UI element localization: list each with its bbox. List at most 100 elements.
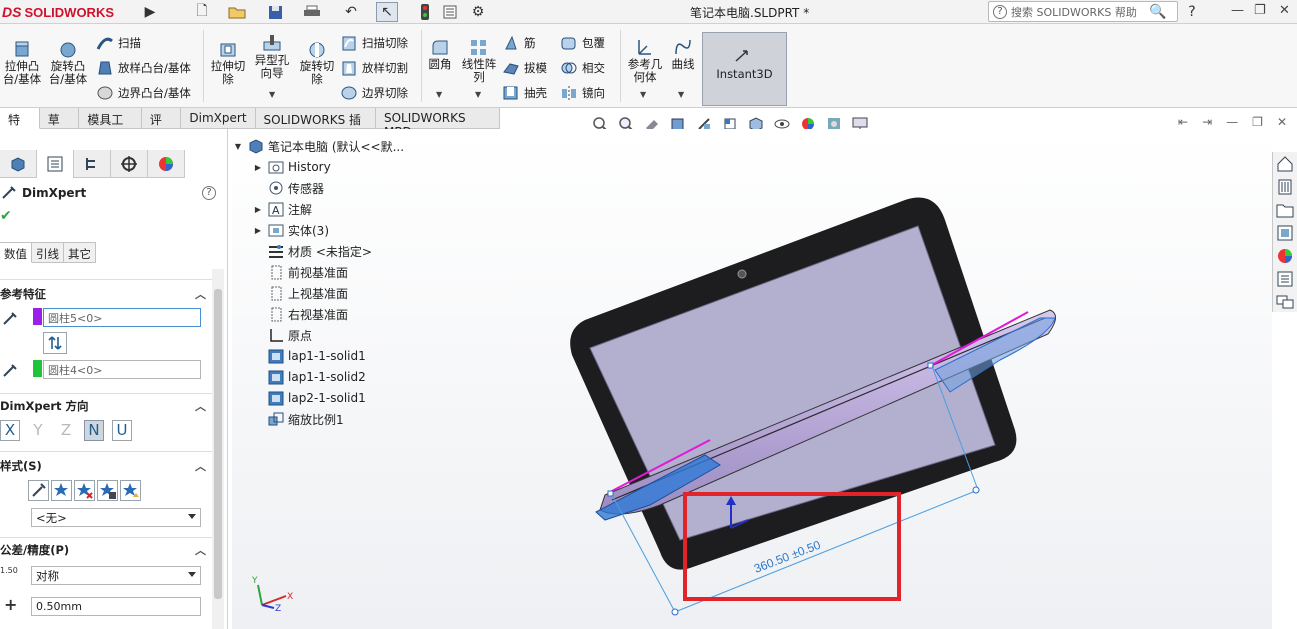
pane-left-icon[interactable]: ⇤ (1178, 115, 1188, 129)
tab-value[interactable]: 数值 (0, 242, 32, 263)
tree-item-right-plane[interactable]: 右视基准面 (252, 304, 348, 324)
curves-dropdown-icon[interactable]: ▼ (678, 90, 684, 99)
pane-right-icon[interactable]: ⇥ (1202, 115, 1212, 129)
menu-expand-icon[interactable]: ▶ (143, 2, 157, 22)
tolerance-type-dropdown[interactable]: 对称 (31, 566, 201, 585)
tab-leaders[interactable]: 引线 (32, 242, 64, 263)
extrude-boss-button[interactable]: 拉伸凸 台/基体 (2, 40, 42, 86)
select-pointer-icon[interactable]: ↖ (376, 2, 398, 22)
reference-geometry-dropdown-icon[interactable]: ▼ (640, 90, 646, 99)
revolve-cut-button[interactable]: 旋转切 除 (296, 40, 338, 86)
save-icon[interactable] (264, 2, 286, 22)
tab-solidworks-addins[interactable]: SOLIDWORKS 插件 (255, 108, 376, 144)
swap-references-button[interactable] (43, 332, 67, 354)
direction-x-button[interactable]: X (0, 420, 20, 441)
property-manager-tab-icon[interactable] (37, 150, 74, 178)
rib-button[interactable]: 筋 (502, 35, 536, 51)
tree-item-lap2-solid1[interactable]: lap2-1-solid1 (252, 388, 366, 408)
expand-arrow-icon[interactable]: ▶ (252, 205, 264, 214)
tree-item-origin[interactable]: 原点 (252, 325, 312, 345)
instant3d-button[interactable]: Instant3D (702, 32, 787, 106)
help-menu-icon[interactable]: ? (1185, 2, 1199, 22)
expand-arrow-icon[interactable]: ▶ (252, 226, 264, 235)
tree-item-lap1-solid2[interactable]: lap1-1-solid2 (252, 367, 366, 387)
collapse-chevron-icon[interactable]: ︿ (195, 398, 206, 414)
graphics-area[interactable]: 360.50 ±0.50 Y X Z (232, 129, 1272, 629)
loft-boss-button[interactable]: 放样凸台/基体 (96, 60, 191, 76)
minimize-window-icon[interactable]: — (1231, 3, 1244, 18)
viewport-restore-icon[interactable]: ❐ (1252, 115, 1263, 129)
expand-arrow-icon[interactable]: ▶ (252, 163, 264, 172)
dimxpert-manager-tab-icon[interactable] (111, 150, 148, 178)
style-header[interactable]: 样式(S) ︿ (0, 457, 210, 475)
direction-z-button[interactable]: Z (56, 420, 76, 441)
wrap-button[interactable]: 包覆 (560, 35, 605, 51)
add-style-icon[interactable] (51, 480, 72, 501)
delete-style-icon[interactable] (74, 480, 95, 501)
solidworks-logo[interactable]: DS SOLIDWORKS (2, 3, 114, 21)
custom-properties-icon[interactable] (1274, 268, 1296, 290)
tab-dimxpert[interactable]: DimXpert (181, 108, 256, 129)
design-library-icon[interactable] (1274, 176, 1296, 198)
direction-u-button[interactable]: U (112, 420, 132, 441)
forum-icon[interactable] (1274, 291, 1296, 313)
draft-button[interactable]: 拔模 (502, 60, 547, 76)
collapse-arrow-icon[interactable]: ▼ (232, 142, 244, 151)
save-style-icon[interactable] (97, 480, 118, 501)
collapse-chevron-icon[interactable]: ︿ (195, 286, 206, 302)
linear-pattern-button[interactable]: 线性阵 列 (458, 38, 500, 84)
tab-mold-tools[interactable]: 模具工具 (79, 108, 142, 144)
fillet-dropdown-icon[interactable]: ▼ (436, 90, 442, 99)
ok-check-icon[interactable]: ✔ (0, 208, 12, 224)
lofted-cut-button[interactable]: 放样切割 (340, 60, 408, 76)
dimension-endpoint[interactable] (671, 608, 679, 616)
dimxpert-direction-header[interactable]: DimXpert 方向 ︿ (0, 397, 210, 415)
fillet-button[interactable]: 圆角 (425, 38, 455, 71)
reference-1-selection-box[interactable]: 圆柱5<0> (43, 308, 201, 327)
sweep-button[interactable]: 扫描 (96, 35, 141, 51)
dimension-endpoint[interactable] (972, 486, 980, 494)
reference-geometry-button[interactable]: 参考几 何体 (624, 38, 666, 84)
load-style-icon[interactable] (120, 480, 141, 501)
tab-solidworks-mbd[interactable]: SOLIDWORKS MBD (375, 108, 500, 139)
tab-features[interactable]: 特征 (0, 108, 40, 144)
file-explorer-icon[interactable] (1274, 199, 1296, 221)
tree-item-history[interactable]: ▶ History (252, 157, 331, 177)
options-gear-icon[interactable]: ⚙ (466, 2, 490, 22)
extrude-cut-button[interactable]: 拉伸切 除 (207, 40, 249, 86)
tolerance-value-input[interactable]: 0.50mm (31, 597, 201, 616)
tree-item-sensors[interactable]: 传感器 (252, 178, 324, 198)
style-dropdown[interactable]: <无> (31, 508, 201, 527)
boundary-boss-button[interactable]: 边界凸台/基体 (96, 85, 191, 101)
configuration-manager-tab-icon[interactable] (74, 150, 111, 178)
mirror-button[interactable]: 镜向 (560, 85, 605, 101)
tree-item-lap1-solid1[interactable]: lap1-1-solid1 (252, 346, 366, 366)
reference-2-selection-box[interactable]: 圆柱4<0> (43, 360, 201, 379)
tab-other[interactable]: 其它 (64, 242, 96, 263)
view-palette-icon[interactable] (1274, 222, 1296, 244)
feature-manager-tab-icon[interactable] (0, 150, 37, 178)
appearances-scenes-icon[interactable] (1274, 245, 1296, 267)
hole-wizard-button[interactable]: 异型孔 向导 (251, 34, 293, 80)
swept-cut-button[interactable]: 扫描切除 (340, 35, 408, 51)
viewport-close-icon[interactable]: ✕ (1277, 115, 1287, 129)
file-properties-icon[interactable] (441, 2, 459, 22)
print-icon[interactable] (300, 2, 324, 22)
scrollbar-thumb[interactable] (214, 289, 222, 599)
shell-button[interactable]: 抽壳 (502, 85, 547, 101)
tree-item-front-plane[interactable]: 前视基准面 (252, 262, 348, 282)
undo-icon[interactable]: ↶ (338, 2, 364, 22)
tab-evaluate[interactable]: 评估 (141, 108, 182, 144)
revolve-boss-button[interactable]: 旋转凸 台/基体 (48, 40, 88, 86)
close-window-icon[interactable]: ✕ (1279, 3, 1290, 18)
collapse-chevron-icon[interactable]: ︿ (195, 542, 206, 558)
reference-feature-header[interactable]: 参考特征 ︿ (0, 285, 210, 303)
pattern-dropdown-icon[interactable]: ▼ (475, 90, 481, 99)
panel-scrollbar[interactable] (212, 269, 224, 629)
hole-wizard-dropdown-icon[interactable]: ▼ (269, 90, 275, 99)
collapse-chevron-icon[interactable]: ︿ (195, 458, 206, 474)
intersect-button[interactable]: 相交 (560, 60, 605, 76)
new-document-icon[interactable]: 🗋 (192, 2, 212, 22)
tree-root[interactable]: ▼ 笔记本电脑 (默认<<默... (232, 136, 404, 156)
tree-item-top-plane[interactable]: 上视基准面 (252, 283, 348, 303)
